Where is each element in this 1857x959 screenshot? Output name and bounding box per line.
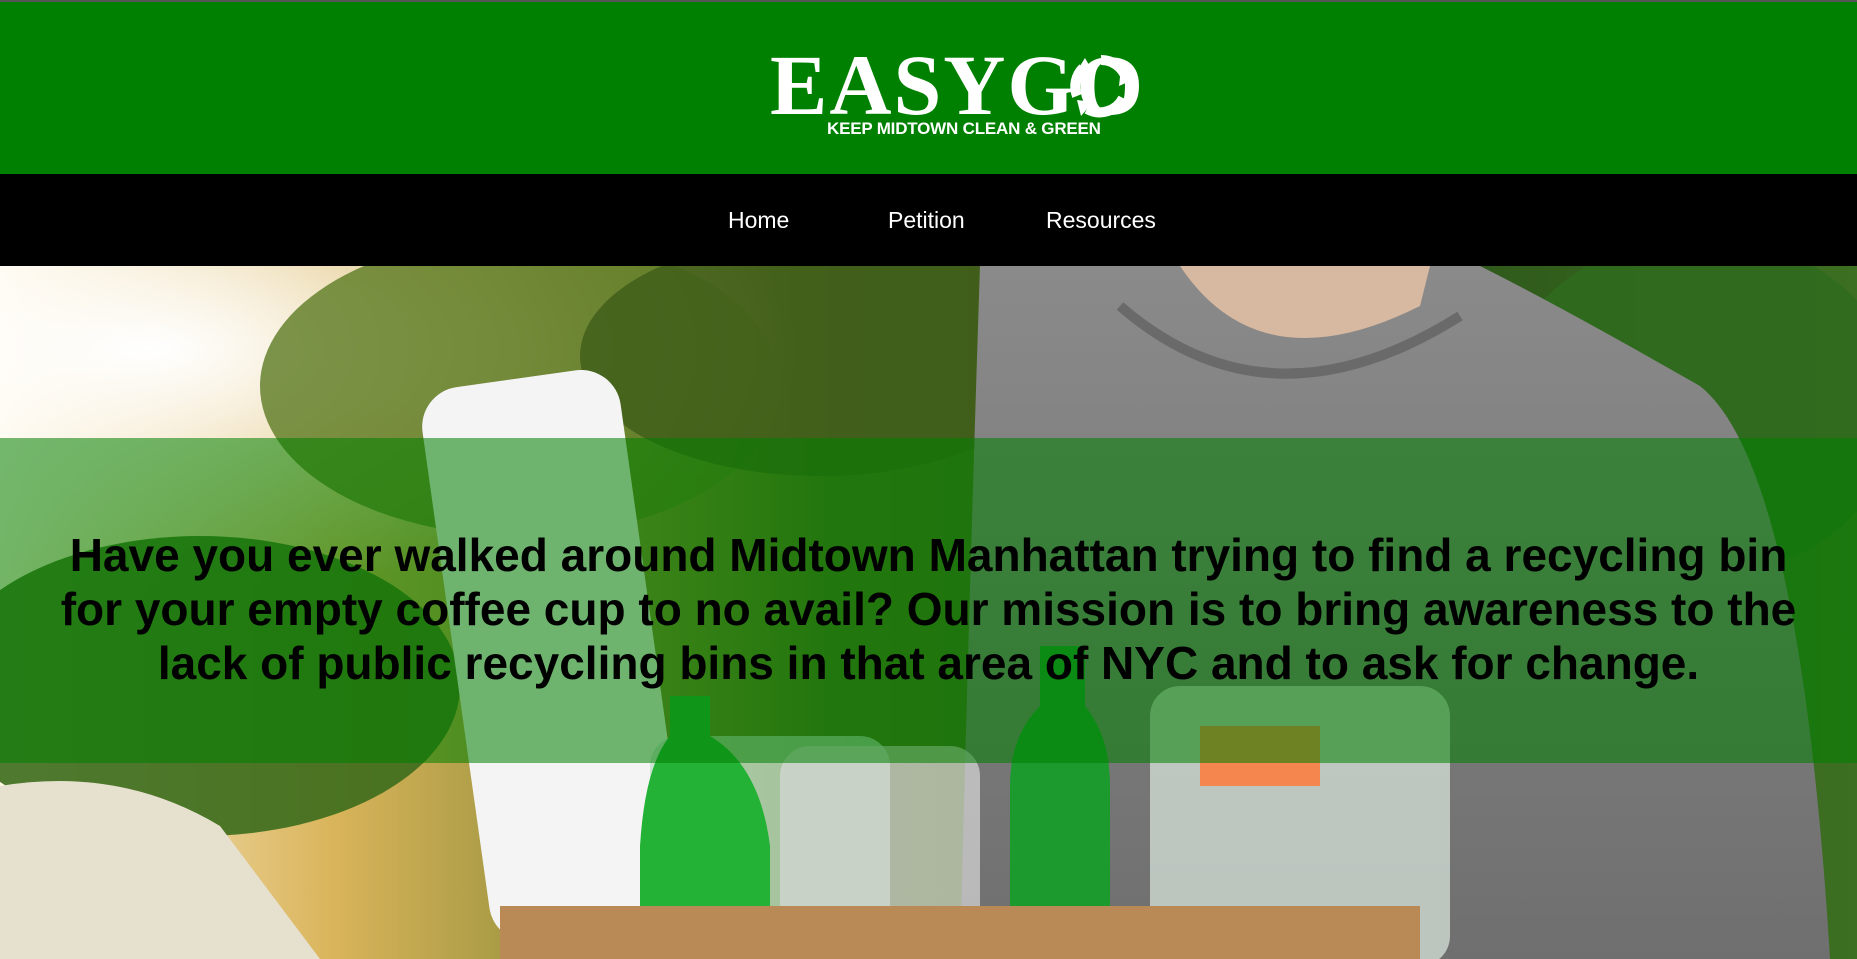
site-header: EASYGO KEEP MIDTOWN CLEAN & GREEN <box>0 2 1857 174</box>
nav-home-link[interactable]: Home <box>728 206 789 234</box>
logo-tagline: KEEP MIDTOWN CLEAN & GREEN <box>827 119 1101 138</box>
mission-overlay: Have you ever walked around Midtown Manh… <box>0 438 1857 763</box>
hero-section: Have you ever walked around Midtown Manh… <box>0 266 1857 959</box>
recycle-icon <box>1070 54 1137 118</box>
nav-petition-link[interactable]: Petition <box>888 206 965 234</box>
main-navigation: Home Petition Resources <box>0 174 1857 266</box>
nav-resources-link[interactable]: Resources <box>1046 206 1156 234</box>
site-logo[interactable]: EASYGO KEEP MIDTOWN CLEAN & GREEN <box>770 42 1143 142</box>
mission-statement: Have you ever walked around Midtown Manh… <box>60 529 1797 689</box>
